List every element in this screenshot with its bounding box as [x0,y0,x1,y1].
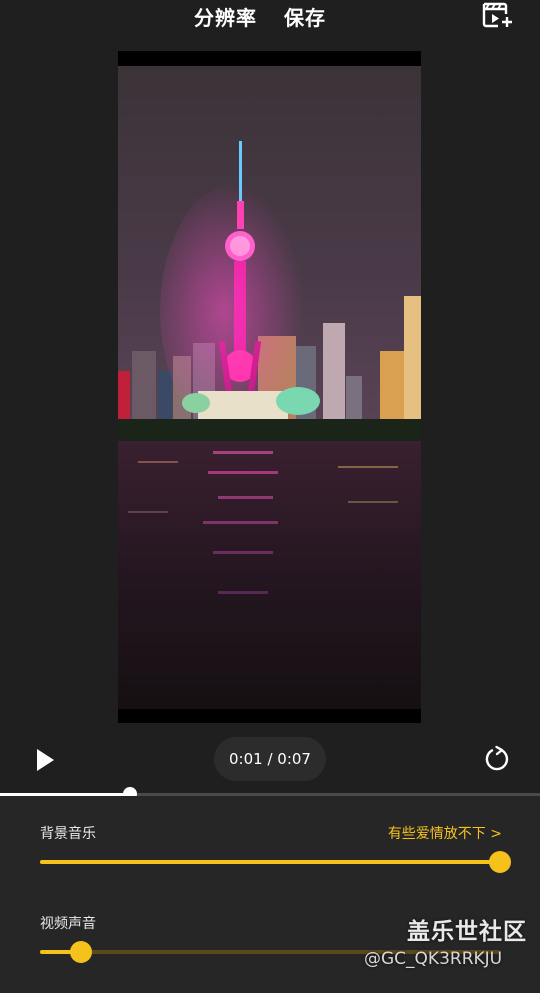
background-music-label: 背景音乐 [40,826,96,842]
watermark-title: 盖乐世社区 [407,919,527,945]
add-video-clip-icon[interactable] [480,0,514,30]
watermark-handle: @GC_QK3RRKJU [364,949,503,969]
play-icon[interactable] [32,746,58,774]
save-button[interactable]: 保存 [284,2,326,31]
resolution-button[interactable]: 分辨率 [194,2,257,31]
time-display: 0:01 / 0:07 [214,737,326,781]
video-sound-label: 视频声音 [40,916,96,932]
video-frame [118,51,421,723]
music-track-link[interactable]: 有些爱情放不下 > [388,823,502,843]
video-preview[interactable] [118,51,421,723]
replay-icon[interactable] [483,745,511,773]
top-bar: 分辨率 保存 [0,0,540,34]
background-music-slider-thumb[interactable] [489,851,511,873]
background-music-slider-fill [40,860,500,864]
